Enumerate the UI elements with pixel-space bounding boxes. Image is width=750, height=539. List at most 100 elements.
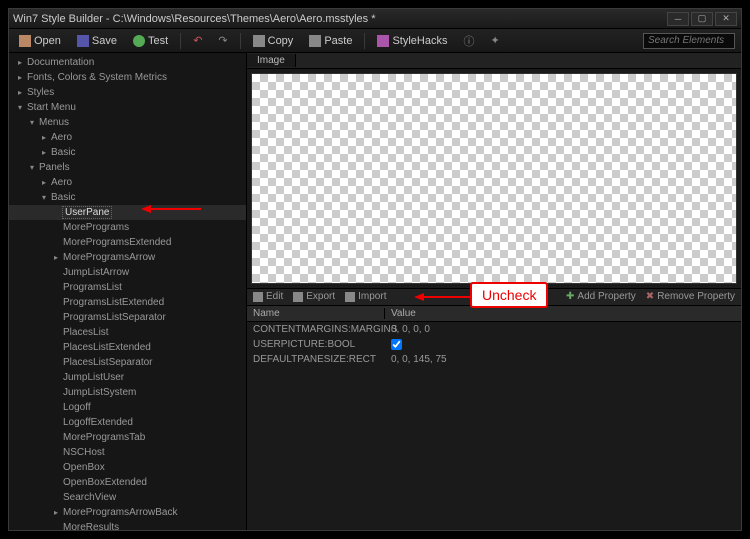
property-row[interactable]: DEFAULTPANESIZE:RECT0, 0, 145, 75 [247,352,741,367]
save-button[interactable]: Save [73,33,121,49]
chevron-right-icon[interactable]: ▸ [39,148,49,158]
remove-property-button[interactable]: ✖Remove Property [646,291,735,302]
chevron-down-icon[interactable]: ▾ [27,118,37,128]
chevron-down-icon[interactable]: ▾ [27,163,37,173]
tree-item[interactable]: LogoffExtended [9,415,246,430]
tree-twisty [51,403,61,413]
toolbar-separator [240,33,241,49]
tree-item[interactable]: ▸Basic [9,145,246,160]
tree-item[interactable]: ▸MoreProgramsArrowBack [9,505,246,520]
property-row[interactable]: CONTENTMARGINS:MARGINS0, 0, 0, 0 [247,322,741,337]
tree-item[interactable]: ▾Panels [9,160,246,175]
folder-open-icon [19,35,31,47]
tree-item[interactable]: ▸MoreProgramsArrow [9,250,246,265]
chevron-right-icon[interactable]: ▸ [15,58,25,68]
tree-item[interactable]: MoreResults [9,520,246,530]
tree-item[interactable]: NSCHost [9,445,246,460]
copy-button[interactable]: Copy [249,33,298,49]
tree-item[interactable]: ▸Documentation [9,55,246,70]
tree-twisty [51,343,61,353]
property-checkbox[interactable] [391,339,402,350]
stylehacks-button[interactable]: StyleHacks [373,33,451,49]
tree-item[interactable]: ▾Menus [9,115,246,130]
tree-item-label: Start Menu [26,102,76,113]
tree-item[interactable]: PlacesList [9,325,246,340]
col-name[interactable]: Name [247,308,385,319]
import-button[interactable]: Import [345,291,386,302]
tree-item[interactable]: ▸Aero [9,175,246,190]
redo-button[interactable]: ↷ [214,32,231,49]
toolbar: Open Save Test ↶ ↷ Copy Paste StyleHacks… [9,29,741,53]
chevron-right-icon[interactable]: ▸ [15,88,25,98]
test-button[interactable]: Test [129,33,172,49]
wand-button[interactable]: ✦ [486,32,503,49]
add-property-button[interactable]: ✚Add Property [566,291,636,302]
tree-item[interactable]: ▸Styles [9,85,246,100]
info-button[interactable]: ⓘ [459,31,478,51]
titlebar[interactable]: Win7 Style Builder - C:\Windows\Resource… [9,9,741,29]
tree-item-label: OpenBox [62,462,105,473]
tree-item[interactable]: Logoff [9,400,246,415]
tree-item[interactable]: ProgramsList [9,280,246,295]
tree-twisty [51,388,61,398]
tree-item-label: PlacesListSeparator [62,357,153,368]
tree-item[interactable]: MoreProgramsExtended [9,235,246,250]
edit-button[interactable]: Edit [253,291,283,302]
tree-item-label: MoreProgramsArrowBack [62,507,177,518]
col-value[interactable]: Value [385,308,422,319]
export-button[interactable]: Export [293,291,335,302]
right-panel: Image Edit Export Import ✚Add Property ✖… [247,53,741,530]
wand-icon: ✦ [490,34,499,47]
property-value [385,339,408,350]
undo-button[interactable]: ↶ [189,32,206,49]
paste-label: Paste [324,35,352,47]
paste-button[interactable]: Paste [305,33,356,49]
tree-item[interactable]: ▾Start Menu [9,100,246,115]
chevron-right-icon[interactable]: ▸ [15,73,25,83]
property-value[interactable]: 0, 0, 145, 75 [385,354,453,365]
tree-item-label: MoreProgramsTab [62,432,145,443]
tree-item-label: Logoff [62,402,91,413]
undo-icon: ↶ [193,34,202,47]
tree-panel[interactable]: ▸Documentation▸Fonts, Colors & System Me… [9,53,247,530]
tree-item[interactable]: OpenBoxExtended [9,475,246,490]
tree-item-label: MorePrograms [62,222,129,233]
chevron-right-icon[interactable]: ▸ [39,133,49,143]
image-tab[interactable]: Image [247,54,296,67]
property-row[interactable]: USERPICTURE:BOOL [247,337,741,352]
tree-item-label: ProgramsListExtended [62,297,164,308]
info-icon: ⓘ [463,33,474,49]
tree-item[interactable]: PlacesListExtended [9,340,246,355]
tree-item[interactable]: JumpListSystem [9,385,246,400]
grid-header: Name Value [247,306,741,322]
tree-item[interactable]: JumpListUser [9,370,246,385]
close-button[interactable]: ✕ [715,12,737,26]
property-value[interactable]: 0, 0, 0, 0 [385,324,436,335]
chevron-right-icon[interactable]: ▸ [51,253,61,263]
tree-item[interactable]: ProgramsListExtended [9,295,246,310]
search-input[interactable] [643,33,735,49]
chevron-down-icon[interactable]: ▾ [39,193,49,203]
tree-item[interactable]: PlacesListSeparator [9,355,246,370]
grid-body[interactable]: CONTENTMARGINS:MARGINS0, 0, 0, 0USERPICT… [247,322,741,531]
tree-item[interactable]: ▸Aero [9,130,246,145]
tree-item[interactable]: MorePrograms [9,220,246,235]
minimize-button[interactable]: ─ [667,12,689,26]
tree-item[interactable]: ▸Fonts, Colors & System Metrics [9,70,246,85]
tree-item[interactable]: JumpListArrow [9,265,246,280]
tree-item[interactable]: SearchView [9,490,246,505]
tree-item[interactable]: ▾Basic [9,190,246,205]
maximize-button[interactable]: ▢ [691,12,713,26]
chevron-right-icon[interactable]: ▸ [51,508,61,518]
tree-item[interactable]: MoreProgramsTab [9,430,246,445]
chevron-right-icon[interactable]: ▸ [39,178,49,188]
open-button[interactable]: Open [15,33,65,49]
tree-twisty [51,313,61,323]
tree-item-label: Documentation [26,57,94,68]
chevron-down-icon[interactable]: ▾ [15,103,25,113]
image-preview[interactable] [251,73,737,284]
tree-item[interactable]: UserPane [9,205,246,220]
tree-item[interactable]: OpenBox [9,460,246,475]
tree-item[interactable]: ProgramsListSeparator [9,310,246,325]
tree-item-label: PlacesList [62,327,109,338]
